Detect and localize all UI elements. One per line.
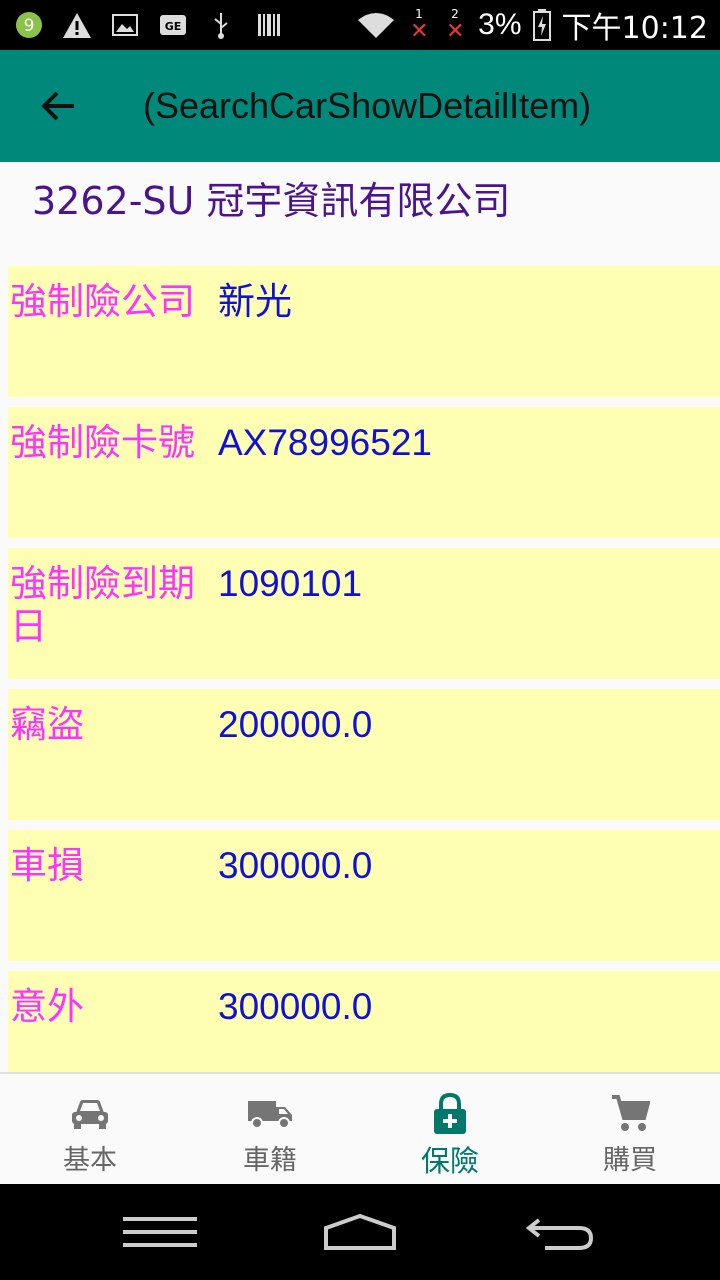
image-icon	[110, 10, 140, 40]
nav-basic[interactable]: 基本	[0, 1074, 180, 1184]
row-label: 強制險公司	[10, 280, 195, 323]
row-value: AX78996521	[218, 422, 432, 463]
wifi-icon	[356, 10, 396, 40]
nav-label: 購買	[603, 1145, 657, 1176]
car-icon	[66, 1092, 114, 1136]
home-icon	[324, 1213, 396, 1250]
back-button[interactable]	[30, 78, 86, 134]
truck-icon	[246, 1092, 294, 1136]
nav-label: 基本	[63, 1145, 117, 1176]
sim1-signal-icon: 1 ✕	[410, 7, 429, 44]
barcode-icon	[254, 10, 284, 40]
detail-row-damage: 車損 300000.0	[8, 830, 720, 961]
nav-insurance[interactable]: 保險	[360, 1074, 540, 1184]
page-title: (SearchCarShowDetailItem)	[143, 85, 592, 126]
row-label: 強制險卡號	[10, 421, 195, 464]
ge-icon: GE	[158, 10, 188, 40]
lock-plus-icon	[426, 1092, 474, 1136]
svg-text:9: 9	[24, 16, 35, 36]
row-label: 強制險到期日	[10, 562, 195, 648]
row-label: 意外	[10, 985, 84, 1028]
svg-text:GE: GE	[165, 20, 182, 33]
app-bar: (SearchCarShowDetailItem)	[0, 50, 720, 162]
menu-button[interactable]	[120, 1206, 200, 1258]
row-label: 車損	[10, 844, 84, 887]
detail-row-compulsory-company: 強制險公司 新光	[8, 266, 720, 397]
status-bar: 9 GE 1 ✕ 2 ✕ 3% 下午10:12	[0, 0, 720, 50]
plate-company-heading: 3262-SU 冠宇資訊有限公司	[32, 179, 511, 223]
clock: 下午10:12	[561, 11, 708, 46]
detail-list: 強制險公司 新光 強制險卡號 AX78996521 強制險到期日 1090101…	[8, 266, 720, 1112]
row-value: 300000.0	[218, 986, 373, 1027]
back-nav-button[interactable]	[522, 1206, 598, 1258]
nav-purchase[interactable]: 購買	[540, 1074, 720, 1184]
battery-percent: 3%	[478, 8, 522, 41]
system-nav-bar	[0, 1184, 720, 1280]
detail-row-compulsory-card: 強制險卡號 AX78996521	[8, 407, 720, 538]
detail-row-compulsory-expiry: 強制險到期日 1090101	[8, 548, 720, 679]
notification-badge-icon: 9	[14, 10, 44, 40]
sim2-signal-icon: 2 ✕	[446, 7, 465, 44]
warning-icon	[62, 10, 92, 40]
back-arrow-icon	[525, 1218, 594, 1250]
battery-charging-icon	[532, 9, 552, 41]
nav-label: 保險	[420, 1144, 479, 1178]
home-button[interactable]	[320, 1206, 400, 1258]
bottom-navigation: 基本 車籍 保險 購買	[0, 1072, 720, 1184]
row-value: 200000.0	[218, 704, 373, 745]
nav-registration[interactable]: 車籍	[180, 1074, 360, 1184]
arrow-back-icon	[41, 91, 74, 121]
detail-row-theft: 竊盜 200000.0	[8, 689, 720, 820]
row-label: 竊盜	[10, 703, 84, 746]
row-value: 300000.0	[218, 845, 373, 886]
cart-icon	[606, 1092, 654, 1136]
usb-icon	[206, 10, 236, 40]
nav-label: 車籍	[243, 1145, 297, 1176]
row-value: 新光	[218, 281, 292, 322]
menu-icon	[123, 1217, 197, 1247]
row-value: 1090101	[218, 563, 363, 604]
